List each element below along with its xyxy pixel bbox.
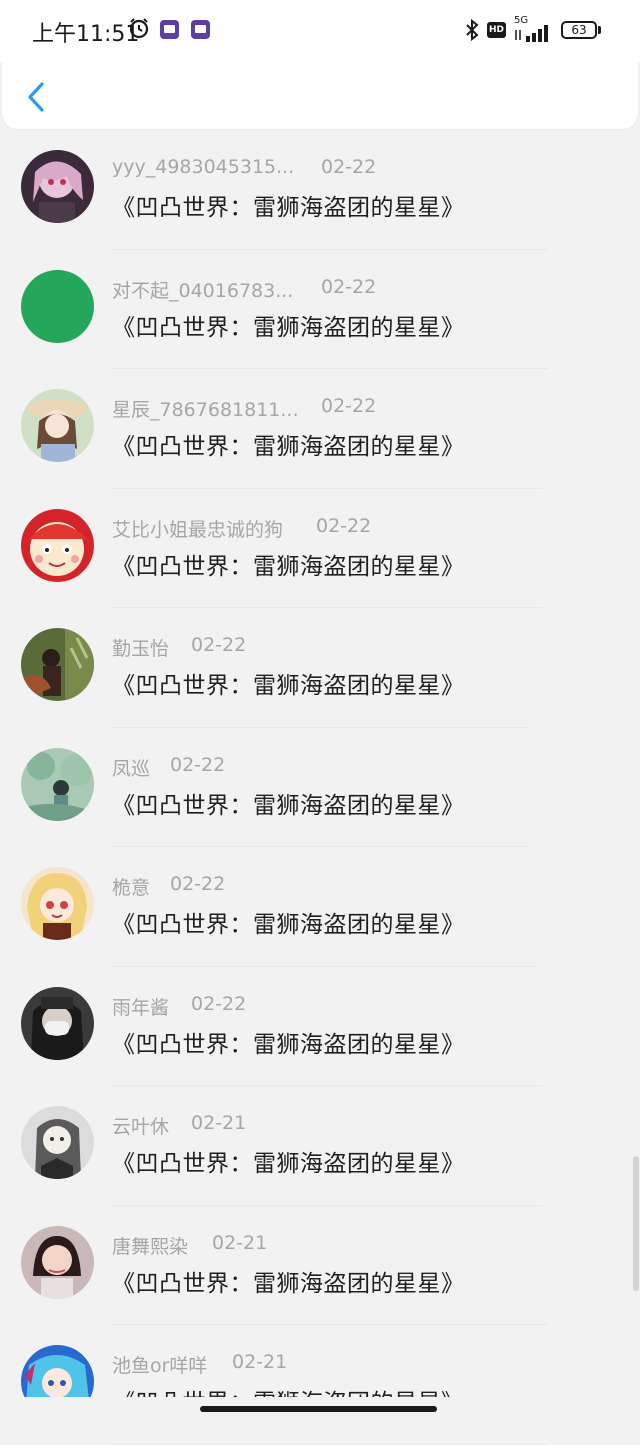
status-time: 上午11:51 — [32, 22, 140, 47]
top-app-bar — [2, 62, 638, 129]
item-title: 《凹凸世界：雷狮海盗团的星星》 — [112, 912, 465, 938]
item-date: 02-22 — [316, 514, 372, 537]
item-title: 《凹凸世界：雷狮海盗团的星星》 — [112, 1270, 465, 1297]
item-date: 02-22 — [321, 156, 377, 178]
user-list: yyy_4983045315... 02-22 《凹凸世界：雷狮海盗团的星星》 对不起… — [0, 130, 640, 1445]
item-date: 02-22 — [170, 873, 226, 895]
item-date: 02-21 — [191, 1112, 247, 1134]
list-item[interactable]: 艾比小姐最忠诚的狗 02-22 《凹凸世界：雷狮海盗团的星星》 — [0, 489, 640, 608]
item-meta: 云叶休 02-21 — [112, 1112, 246, 1139]
item-title: 《凹凸世界：雷狮海盗团的星星》 — [112, 1031, 465, 1058]
item-date: 02-22 — [321, 395, 377, 417]
avatar[interactable] — [21, 628, 94, 701]
avatar[interactable] — [21, 508, 94, 582]
user-name[interactable]: 雨年酱 — [112, 993, 169, 1020]
list-item[interactable]: yyy_4983045315... 02-22 《凹凸世界：雷狮海盗团的星星》 — [0, 130, 640, 250]
item-meta: 雨年酱 02-22 — [112, 993, 246, 1020]
notification-app-icon — [160, 20, 179, 39]
item-title: 《凹凸世界：雷狮海盗团的星星》 — [112, 553, 465, 580]
avatar[interactable] — [21, 389, 94, 462]
back-chevron-icon[interactable] — [22, 80, 50, 114]
item-meta: 凤巡 02-22 — [112, 754, 225, 781]
list-item[interactable]: 勤玉怡 02-22 《凹凸世界：雷狮海盗团的星星》 — [0, 608, 640, 728]
notification-app-icon — [191, 20, 210, 39]
list-item[interactable]: 桅意 02-22 《凹凸世界：雷狮海盗团的星星》 — [0, 847, 640, 967]
list-item[interactable]: 云叶休 02-21 《凹凸世界：雷狮海盗团的星星》 — [0, 1086, 640, 1206]
item-meta: 星辰_7867681811... 02-22 — [112, 395, 376, 422]
home-indicator[interactable] — [200, 1406, 437, 1412]
item-date: 02-21 — [212, 1231, 268, 1254]
battery-tip — [598, 26, 601, 34]
user-name[interactable]: yyy_4983045315... — [112, 156, 294, 178]
list-item[interactable]: 唐舞熙染 02-21 《凹凸世界：雷狮海盗团的星星》 — [0, 1206, 640, 1325]
item-meta: 唐舞熙染 02-21 — [112, 1232, 267, 1259]
item-meta: 艾比小姐最忠诚的狗 02-22 — [112, 515, 371, 542]
item-date: 02-21 — [232, 1351, 288, 1373]
list-item[interactable]: 凤巡 02-22 《凹凸世界：雷狮海盗团的星星》 — [0, 728, 640, 847]
item-meta: yyy_4983045315... 02-22 — [112, 156, 376, 182]
avatar[interactable] — [21, 269, 94, 343]
user-name[interactable]: 对不起_04016783... — [112, 276, 293, 303]
hd-badge: HD — [487, 22, 506, 38]
item-date: 02-22 — [170, 753, 226, 776]
item-meta: 池鱼or咩咩 02-21 — [112, 1351, 287, 1378]
user-name[interactable]: 凤巡 — [112, 754, 150, 781]
list-item[interactable]: 池鱼or咩咩02-21《凹凸世界：雷狮海盗团的星星》 — [0, 1325, 640, 1445]
status-bar: 上午11:51 HD 5G 63 — [0, 0, 640, 62]
user-name[interactable]: 唐舞熙染 — [112, 1232, 188, 1259]
item-meta: 对不起_04016783... 02-22 — [112, 276, 376, 303]
item-date: 02-22 — [191, 634, 247, 656]
item-title: 《凹凸世界：雷狮海盗团的星星》 — [112, 1151, 465, 1177]
list-item[interactable]: 对不起_04016783... 02-22 《凹凸世界：雷狮海盗团的星星》 — [0, 250, 640, 369]
list-item[interactable]: 星辰_7867681811... 02-22 《凹凸世界：雷狮海盗团的星星》 — [0, 369, 640, 489]
item-title: 《凹凸世界：雷狮海盗团的星星》 — [112, 314, 465, 341]
item-meta: 勤玉怡 02-22 — [112, 634, 246, 661]
scrollbar[interactable] — [633, 1156, 639, 1291]
user-name[interactable]: 勤玉怡 — [112, 634, 169, 661]
signal-icon — [515, 25, 548, 42]
user-name[interactable]: 桅意 — [112, 873, 150, 900]
item-meta: 桅意 02-22 — [112, 873, 225, 900]
list-item[interactable]: 雨年酱 02-22 《凹凸世界：雷狮海盗团的星星》 — [0, 967, 640, 1086]
user-name[interactable]: 星辰_7867681811... — [112, 395, 299, 422]
item-title: 《凹凸世界：雷狮海盗团的星星》 — [112, 195, 465, 221]
item-date: 02-22 — [191, 992, 247, 1015]
item-title: 《凹凸世界：雷狮海盗团的星星》 — [112, 673, 465, 699]
bluetooth-icon — [466, 18, 479, 42]
user-name[interactable]: 云叶休 — [112, 1112, 169, 1139]
avatar[interactable] — [21, 150, 94, 223]
avatar[interactable] — [21, 1106, 94, 1179]
avatar[interactable] — [21, 867, 94, 940]
avatar[interactable] — [21, 1225, 94, 1299]
user-name[interactable]: 池鱼or咩咩 — [112, 1351, 207, 1378]
battery-icon: 63 — [561, 21, 597, 39]
item-date: 02-22 — [321, 275, 377, 298]
avatar[interactable] — [21, 747, 94, 821]
item-title: 《凹凸世界：雷狮海盗团的星星》 — [112, 792, 465, 819]
avatar[interactable] — [21, 986, 94, 1060]
item-title: 《凹凸世界：雷狮海盗团的星星》 — [112, 434, 465, 460]
alarm-icon — [129, 18, 149, 39]
user-name[interactable]: 艾比小姐最忠诚的狗 — [112, 515, 283, 542]
row-divider — [112, 1443, 548, 1445]
